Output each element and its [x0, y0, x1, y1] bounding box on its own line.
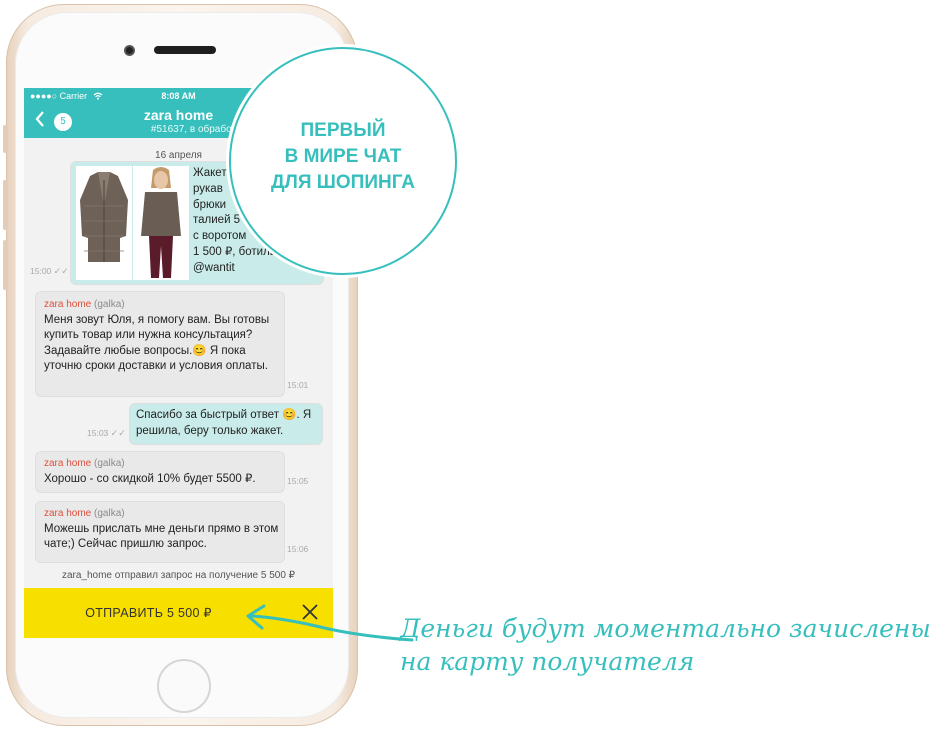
promo-line: В МИРЕ ЧАТ	[284, 146, 402, 167]
double-check-icon: ✓✓	[53, 266, 69, 276]
caption-text: Деньги будут моментально зачислены на ка…	[400, 612, 940, 678]
payment-request-note: zara_home отправил запрос на получение 5…	[61, 570, 296, 581]
message-text: Можешь прислать мне деньги прямо в этом …	[44, 522, 279, 551]
incoming-message[interactable]: zara home (galka) Хорошо - со скидкой 10…	[36, 452, 284, 492]
chevron-left-icon	[35, 111, 44, 127]
caption-line: на карту получателя	[400, 647, 695, 676]
caption-line: Деньги будут моментально зачислены	[400, 614, 931, 643]
message-time: 15:01	[287, 380, 309, 390]
message-text: Меня зовут Юля, я помогу вам. Вы готовы …	[44, 313, 270, 373]
message-time: 15:06	[287, 544, 309, 554]
double-check-icon: ✓✓	[110, 428, 126, 438]
volume-up-button	[3, 180, 8, 230]
message-time: 15:00 ✓✓	[30, 266, 69, 276]
message-text: Спасибо за быстрый ответ 😊. Я решила, бе…	[136, 409, 312, 437]
front-camera	[124, 45, 135, 56]
message-time: 15:05	[287, 476, 309, 486]
message-time: 15:03 ✓✓	[87, 428, 126, 438]
incoming-message[interactable]: zara home (galka) Можешь прислать мне де…	[36, 502, 284, 562]
message-sender: zara home (galka)	[44, 458, 125, 469]
product-photo-jacket[interactable]	[76, 166, 132, 280]
outgoing-message[interactable]: Спасибо за быстрый ответ 😊. Я решила, бе…	[130, 404, 322, 444]
volume-down-button	[3, 240, 8, 290]
pointer-arrow	[246, 604, 414, 642]
incoming-message[interactable]: zara home (galka) Меня зовут Юля, я помо…	[36, 292, 284, 396]
promo-badge: ПЕРВЫЙ В МИРЕ ЧАТ ДЛЯ ШОПИНГА	[229, 47, 457, 275]
product-photo-model[interactable]	[133, 166, 189, 280]
model-image	[133, 166, 189, 280]
back-button[interactable]	[34, 110, 46, 132]
message-sender: zara home (galka)	[44, 299, 125, 310]
message-sender: zara home (galka)	[44, 508, 125, 519]
message-text: Хорошо - со скидкой 10% будет 5500 ₽.	[44, 472, 256, 485]
home-button[interactable]	[157, 659, 211, 713]
jacket-image	[80, 172, 128, 262]
promo-line: ДЛЯ ШОПИНГА	[270, 172, 415, 193]
earpiece-speaker	[154, 46, 216, 54]
unread-count-badge[interactable]: 5	[54, 113, 72, 131]
mute-switch	[3, 125, 8, 153]
promo-line: ПЕРВЫЙ	[300, 120, 386, 141]
